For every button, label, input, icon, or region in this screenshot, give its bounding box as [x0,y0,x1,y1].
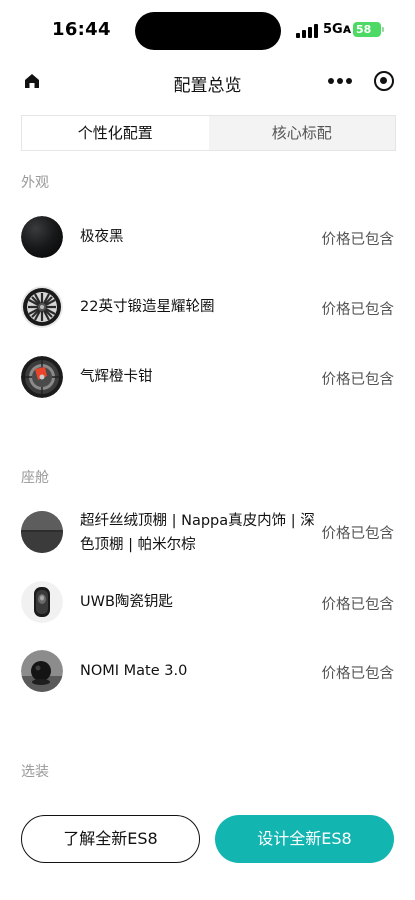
dynamic-island [135,12,281,50]
config-item-color: 极夜黑 价格已包含 [21,216,396,260]
design-car-button[interactable]: 设计全新ES8 [215,815,394,863]
item-price: 价格已包含 [321,372,395,388]
item-name: UWB陶瓷钥匙 [80,594,173,610]
battery-icon: 58 [353,22,381,37]
tab-personalized-config[interactable]: 个性化配置 [22,116,209,150]
item-name: 极夜黑 [80,229,124,245]
item-price: 价格已包含 [321,302,395,318]
section-label-appearance: 外观 [21,175,49,191]
battery-tip [382,27,384,32]
nomi-thumbnail [21,650,63,692]
item-price: 价格已包含 [321,666,395,682]
item-price: 价格已包含 [321,597,395,613]
item-price: 价格已包含 [321,232,395,248]
target-icon[interactable] [374,71,394,91]
section-label-options: 选装 [21,764,49,780]
caliper-thumbnail [21,356,63,398]
network-type: 5Gᴀ [323,22,352,37]
item-name: 22英寸锻造星耀轮圈 [80,299,215,315]
battery-level: 58 [356,23,372,36]
status-bar: 16:44 5Gᴀ 58 [0,0,415,62]
config-item-interior: 超纤丝绒顶棚 | Nappa真皮内饰 | 深色顶棚 | 帕米尔棕 价格已包含 [21,510,396,554]
section-label-cabin: 座舱 [21,470,49,486]
tab-core-standard[interactable]: 核心标配 [209,116,396,150]
config-item-wheels: 22英寸锻造星耀轮圈 价格已包含 [21,286,396,330]
wheel-thumbnail [21,286,63,328]
status-time: 16:44 [52,19,111,40]
more-dots-icon[interactable] [318,65,362,97]
interior-thumbnail [21,511,63,553]
item-price: 价格已包含 [321,526,395,542]
item-name: NOMI Mate 3.0 [80,663,188,679]
tab-bar: 个性化配置 核心标配 [21,115,396,151]
ceramic-key-thumbnail [21,581,63,623]
learn-more-button[interactable]: 了解全新ES8 [21,815,200,863]
config-item-caliper: 气辉橙卡钳 价格已包含 [21,356,396,400]
signal-icon [296,24,318,38]
config-item-nomi: NOMI Mate 3.0 价格已包含 [21,650,396,694]
mini-program-capsule [318,65,404,97]
item-name: 气辉橙卡钳 [80,369,153,385]
color-swatch-thumbnail [21,216,63,258]
item-name: 超纤丝绒顶棚 | Nappa真皮内饰 | 深色顶棚 | 帕米尔棕 [80,513,315,553]
config-item-key: UWB陶瓷钥匙 价格已包含 [21,581,396,625]
nav-bar: 配置总览 [0,62,415,102]
